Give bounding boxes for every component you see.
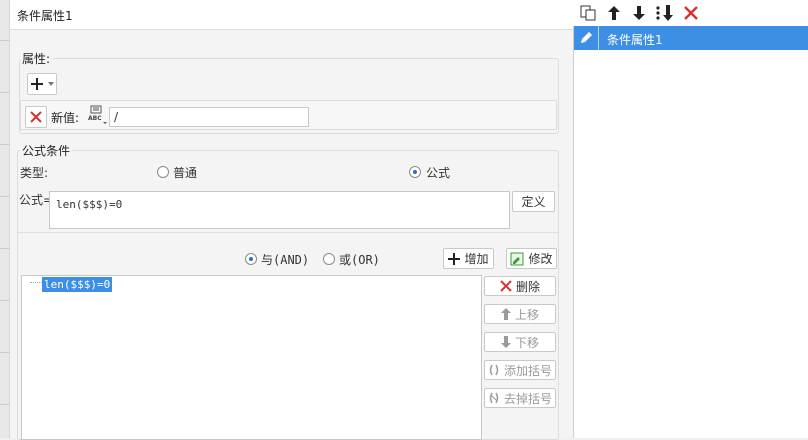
edit-pencil-icon	[581, 32, 592, 43]
bracket-icon	[489, 364, 499, 376]
close-icon	[30, 111, 42, 123]
attributes-legend: 属性:	[20, 50, 53, 67]
move-up-button[interactable]: 上移	[484, 304, 556, 324]
logic-and-radio[interactable]	[245, 253, 257, 265]
remove-bracket-label: 去掉括号	[503, 391, 552, 406]
add-condition-label: 增加	[464, 252, 489, 266]
add-bracket-button[interactable]: 添加括号	[484, 360, 556, 380]
move-to-bottom-icon[interactable]	[655, 3, 675, 23]
condition-list-panel	[573, 0, 808, 438]
divider	[18, 232, 558, 233]
define-button[interactable]: 定义	[512, 191, 555, 212]
arrow-down-icon	[500, 336, 511, 348]
arrow-up-icon[interactable]	[604, 3, 624, 23]
type-normal-radio[interactable]	[157, 166, 169, 178]
close-icon	[500, 280, 512, 292]
add-condition-button[interactable]: 增加	[443, 248, 494, 269]
condition-list-item-label: 条件属性1	[607, 33, 663, 47]
condition-list[interactable]: len($$$)=0	[21, 275, 482, 440]
add-attribute-button[interactable]	[27, 73, 57, 95]
condition-title: 条件属性1	[17, 9, 73, 23]
modify-icon	[510, 252, 524, 265]
arrow-up-icon	[500, 308, 511, 320]
condition-item[interactable]: len($$$)=0	[42, 277, 113, 292]
remove-bracket-button[interactable]: 去掉括号	[484, 388, 556, 408]
tree-line	[30, 282, 42, 283]
chevron-down-icon	[48, 82, 54, 86]
delete-button[interactable]: 删除	[484, 276, 556, 296]
logic-or-radio[interactable]	[323, 253, 335, 265]
condition-list-item[interactable]: 条件属性1	[574, 26, 808, 50]
new-value-label: 新值:	[51, 111, 80, 125]
move-down-label: 下移	[514, 335, 539, 350]
abc-text: ABC	[88, 115, 102, 122]
delete-red-icon[interactable]	[681, 3, 701, 23]
copy-icon[interactable]	[578, 3, 598, 23]
formula-label: 公式=	[19, 193, 54, 207]
arrow-down-icon[interactable]	[629, 3, 649, 23]
type-label: 类型:	[20, 166, 49, 180]
move-up-label: 上移	[514, 307, 539, 322]
item-separator	[598, 26, 599, 50]
logic-and-label[interactable]: 与(AND)	[261, 251, 309, 268]
delete-label: 删除	[515, 279, 540, 294]
left-edge-strip	[0, 0, 10, 438]
formula-input[interactable]: len($$$)=0	[49, 191, 510, 229]
modify-condition-label: 修改	[528, 252, 553, 266]
plus-icon	[31, 78, 43, 90]
condition-title-bar: 条件属性1	[10, 0, 573, 30]
type-formula-label[interactable]: 公式	[426, 164, 450, 181]
abc-type-icon[interactable]: ABC	[86, 104, 108, 126]
type-formula-radio[interactable]	[409, 166, 421, 178]
plus-icon	[448, 252, 461, 265]
logic-or-label[interactable]: 或(OR)	[339, 251, 380, 268]
type-normal-label[interactable]: 普通	[173, 164, 197, 181]
remove-attribute-button[interactable]	[25, 106, 47, 128]
add-bracket-label: 添加括号	[503, 363, 552, 378]
new-value-input[interactable]: /	[109, 107, 309, 127]
remove-bracket-icon	[489, 392, 499, 404]
move-down-button[interactable]: 下移	[484, 332, 556, 352]
modify-condition-button[interactable]: 修改	[506, 248, 557, 269]
formula-condition-legend: 公式条件	[20, 142, 73, 159]
right-toolbar	[573, 0, 808, 26]
